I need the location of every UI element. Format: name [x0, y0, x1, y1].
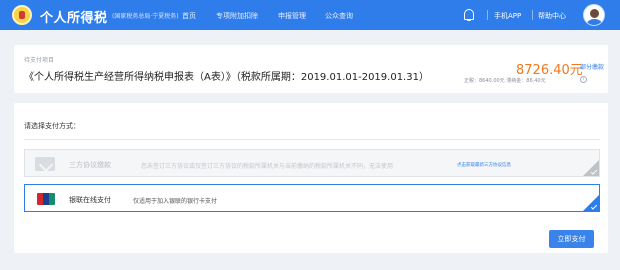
partial-payment-link[interactable]: 部分缴款 — [580, 62, 604, 71]
nav-special-deduction[interactable]: 专项附加扣除 — [216, 11, 258, 21]
divider — [532, 10, 533, 20]
pay-now-button[interactable]: 立即支付 — [549, 230, 594, 248]
pending-label: 待支付项目 — [24, 57, 55, 64]
help-center-link[interactable]: 帮助中心 — [538, 11, 566, 21]
info-icon[interactable]: i — [580, 76, 587, 83]
tax-emblem-icon — [12, 5, 32, 25]
divider — [24, 139, 600, 140]
top-nav-bar: 个人所得税 (国家税务总局·宁夏税务) 首页 专项附加扣除 申报管理 公众查询 … — [0, 0, 620, 30]
declaration-title: 《个人所得税生产经营所得纳税申报表（A表）》（税款所属期：2019.01.01-… — [24, 72, 429, 83]
payment-amount: 8726.40元 — [516, 63, 583, 78]
option-label: 三方协议缴款 — [69, 161, 111, 169]
app-subtitle: (国家税务总局·宁夏税务) — [112, 13, 179, 20]
payment-method-heading: 请选择支付方式： — [24, 122, 80, 130]
payment-method-card: 请选择支付方式： 三方协议缴款 您未签订三方协议或仅签订三方协议的税款所属机关与… — [14, 103, 608, 253]
payment-option-tripartite: 三方协议缴款 您未签订三方协议或仅签订三方协议的税款所属机关与当前缴纳的税款所属… — [24, 149, 600, 177]
payment-item-card: 待支付项目 《个人所得税生产经营所得纳税申报表（A表）》（税款所属期：2019.… — [14, 45, 608, 93]
user-avatar[interactable] — [583, 4, 605, 26]
app-title: 个人所得税 — [40, 11, 108, 26]
agreement-icon — [35, 157, 55, 171]
option-description: 仅适用于加入银联的银行卡支付 — [133, 198, 218, 205]
nav-declaration-management[interactable]: 申报管理 — [278, 11, 306, 21]
notification-bell-icon[interactable] — [464, 9, 474, 21]
mobile-app-link[interactable]: 手机APP — [494, 11, 521, 21]
payment-option-unionpay[interactable]: 银联在线支付 仅适用于加入银联的银行卡支付 — [24, 184, 600, 212]
unionpay-icon — [37, 193, 55, 205]
divider — [487, 10, 488, 20]
option-description: 您未签订三方协议或仅签订三方协议的税款所属机关与当前缴纳的税款所属机关不同，无法… — [141, 163, 394, 170]
get-agreement-link[interactable]: 点击获取最新三方协议信息 — [457, 162, 511, 168]
nav-public-query[interactable]: 公众查询 — [325, 11, 353, 21]
nav-home[interactable]: 首页 — [182, 11, 196, 21]
amount-breakdown: 正税：8640.00元 滞纳金：86.40元 — [464, 78, 546, 84]
option-label: 银联在线支付 — [69, 196, 111, 204]
